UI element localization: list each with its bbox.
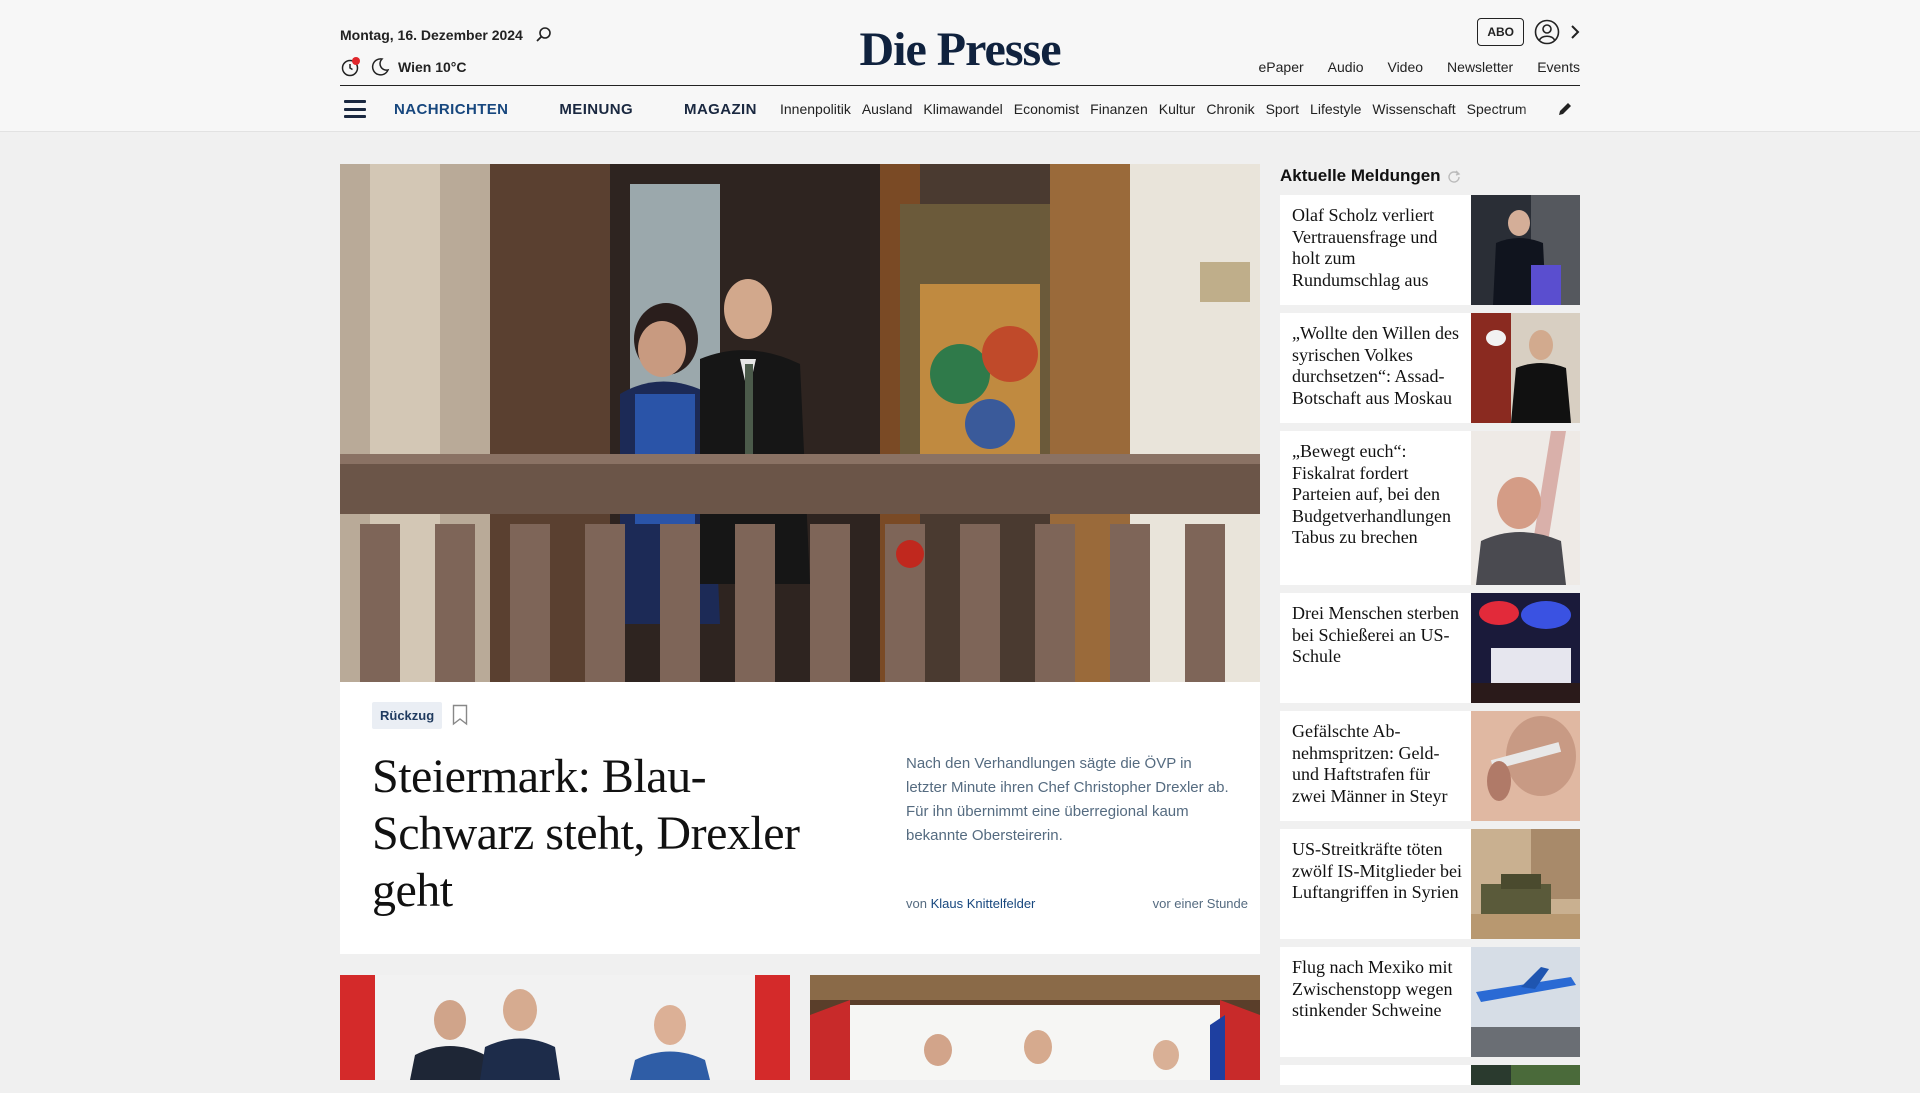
primary-sections: NACHRICHTEN MEINUNG MAGAZIN (394, 101, 808, 118)
sub-sections: Innenpolitik Ausland Klimawandel Economi… (780, 101, 1550, 117)
news-thumbnail[interactable] (1471, 829, 1580, 939)
main-navigation: NACHRICHTEN MEINUNG MAGAZIN Innenpolitik… (340, 86, 1580, 132)
subnav-economist[interactable]: Economist (1014, 101, 1079, 117)
subnav-kultur[interactable]: Kultur (1159, 101, 1196, 117)
news-item[interactable]: „Bewegt euch“: Fiskalrat fordert Parteie… (1280, 431, 1580, 585)
subnav-chronik[interactable]: Chronik (1206, 101, 1254, 117)
sidebar-title[interactable]: Aktuelle Meldungen (1280, 166, 1441, 186)
link-audio[interactable]: Audio (1328, 59, 1364, 75)
news-thumbnail[interactable] (1471, 313, 1580, 423)
link-epaper[interactable]: ePaper (1259, 59, 1304, 75)
account-area: ABO (1477, 18, 1580, 46)
news-thumbnail[interactable] (1471, 947, 1580, 1057)
header-links: ePaper Audio Video Newsletter Events (1259, 59, 1580, 75)
subnav-sport[interactable]: Sport (1266, 101, 1299, 117)
teaser-photo[interactable] (810, 975, 1260, 1080)
tab-magazin[interactable]: MAGAZIN (684, 101, 757, 118)
bookmark-icon[interactable] (452, 704, 468, 726)
publish-time: vor einer Stunde (1152, 896, 1248, 911)
subnav-spectrum[interactable]: Spectrum (1467, 101, 1527, 117)
subnav-innenpolitik[interactable]: Innenpolitik (780, 101, 851, 117)
hero-article[interactable]: Rückzug Steiermark: Blau-Schwarz steht, … (340, 164, 1260, 954)
news-thumbnail[interactable] (1471, 1065, 1580, 1085)
news-item[interactable]: Olaf Scholz verliert Vertrauensfrage und… (1280, 195, 1580, 305)
news-headline[interactable]: Gefälschte Ab­nehmspritzen: Geld- und Ha… (1280, 711, 1470, 821)
news-headline[interactable]: Flug nach Mexiko mit Zwischenstopp wegen… (1280, 947, 1470, 1057)
teaser-photo[interactable] (340, 975, 790, 1080)
menu-icon[interactable] (344, 100, 366, 118)
subnav-klimawandel[interactable]: Klimawandel (923, 101, 1002, 117)
hero-body: Rückzug Steiermark: Blau-Schwarz steht, … (340, 682, 1260, 954)
hero-lead: Nach den Verhandlungen sägte die ÖVP in … (906, 755, 1229, 844)
subnav-lifestyle[interactable]: Lifestyle (1310, 101, 1361, 117)
news-headline[interactable]: Drei Menschen sterben bei Schießerei an … (1280, 593, 1470, 703)
link-video[interactable]: Video (1387, 59, 1423, 75)
news-item[interactable]: Gefälschte Ab­nehmspritzen: Geld- und Ha… (1280, 711, 1580, 821)
link-events[interactable]: Events (1537, 59, 1580, 75)
refresh-icon[interactable] (1447, 169, 1461, 183)
news-item[interactable]: Flug nach Mexiko mit Zwischenstopp wegen… (1280, 947, 1580, 1057)
abo-button[interactable]: ABO (1477, 18, 1524, 46)
news-headline[interactable]: „Bewegt euch“: Fiskalrat fordert Parteie… (1280, 431, 1470, 585)
news-headline[interactable] (1280, 1065, 1470, 1085)
pencil-icon[interactable] (1556, 100, 1574, 118)
hero-headline[interactable]: Steiermark: Blau-Schwarz steht, Drexler … (372, 748, 802, 919)
news-item[interactable]: „Wollte den Willen des syrischen Volkes … (1280, 313, 1580, 423)
sidebar-title-row: Aktuelle Meldungen (1280, 164, 1580, 188)
author-link[interactable]: Klaus Knittelfelder (931, 896, 1036, 911)
subnav-ausland[interactable]: Ausland (862, 101, 913, 117)
byline: von Klaus Knittelfelder (906, 896, 1035, 911)
news-item[interactable]: Drei Menschen sterben bei Schießerei an … (1280, 593, 1580, 703)
news-thumbnail[interactable] (1471, 593, 1580, 703)
tab-meinung[interactable]: MEINUNG (559, 101, 633, 118)
user-icon[interactable] (1534, 19, 1560, 45)
news-item[interactable]: US-Streitkräfte töten zwölf IS-Mitgliede… (1280, 829, 1580, 939)
link-newsletter[interactable]: Newsletter (1447, 59, 1513, 75)
news-item[interactable] (1280, 1065, 1580, 1085)
news-thumbnail[interactable] (1471, 195, 1580, 305)
news-thumbnail[interactable] (1471, 711, 1580, 821)
tab-nachrichten[interactable]: NACHRICHTEN (394, 101, 508, 118)
subnav-wissenschaft[interactable]: Wissenschaft (1372, 101, 1455, 117)
hero-photo[interactable] (340, 164, 1260, 682)
news-headline[interactable]: US-Streitkräfte töten zwölf IS-Mitgliede… (1280, 829, 1470, 939)
topic-tag[interactable]: Rückzug (372, 702, 443, 729)
news-headline[interactable]: Olaf Scholz verliert Vertrauensfrage und… (1280, 195, 1470, 305)
latest-news-sidebar: Aktuelle Meldungen Olaf Scholz verliert … (1280, 164, 1580, 1093)
news-headline[interactable]: „Wollte den Willen des syrischen Volkes … (1280, 313, 1470, 423)
secondary-teasers (340, 975, 1260, 1080)
subnav-finanzen[interactable]: Finanzen (1090, 101, 1148, 117)
news-thumbnail[interactable] (1471, 431, 1580, 585)
chevron-right-icon[interactable] (1570, 24, 1580, 40)
site-header: Montag, 16. Dezember 2024 Wien 10°C Die … (0, 0, 1920, 132)
byline-prefix: von (906, 896, 927, 911)
